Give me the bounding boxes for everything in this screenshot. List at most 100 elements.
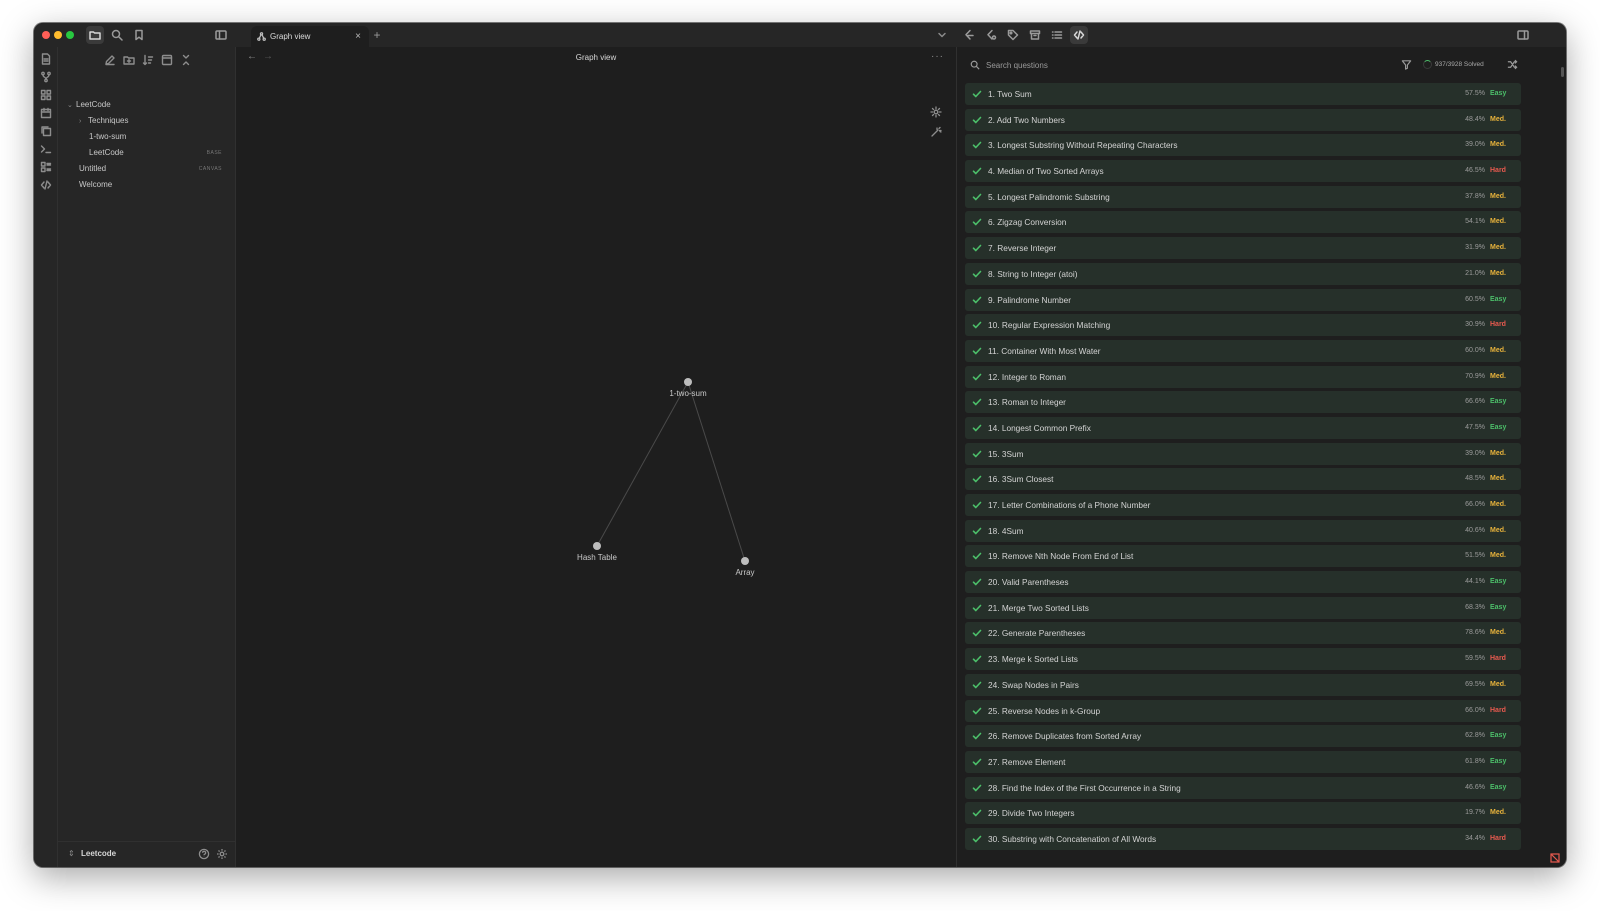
question-row[interactable]: 11. Container With Most Water 60.0% Med. bbox=[965, 339, 1521, 362]
calendar-icon[interactable] bbox=[40, 107, 52, 119]
settings-gear-icon[interactable] bbox=[216, 848, 228, 860]
window-minimize-button[interactable] bbox=[54, 31, 62, 39]
sort-icon[interactable] bbox=[142, 54, 154, 66]
question-row[interactable]: 2. Add Two Numbers 48.4% Med. bbox=[965, 108, 1521, 131]
check-icon bbox=[972, 449, 982, 459]
question-row[interactable]: 1. Two Sum 57.5% Easy bbox=[965, 83, 1521, 105]
question-title: 22. Generate Parentheses bbox=[988, 628, 1086, 639]
kanban-icon[interactable] bbox=[40, 161, 52, 173]
question-row[interactable]: 29. Divide Two Integers 19.7% Med. bbox=[965, 802, 1521, 825]
check-icon bbox=[972, 320, 982, 330]
search-input[interactable] bbox=[986, 60, 1346, 70]
bookmark-icon[interactable] bbox=[130, 26, 148, 44]
tree-file-untitled[interactable]: Untitled CANVAS bbox=[79, 162, 222, 176]
tree-folder-techniques[interactable]: › Techniques bbox=[79, 114, 128, 128]
question-row[interactable]: 13. Roman to Integer 66.6% Easy bbox=[965, 391, 1521, 414]
tag-icon[interactable] bbox=[1004, 26, 1022, 44]
question-row[interactable]: 28. Find the Index of the First Occurren… bbox=[965, 776, 1521, 799]
question-row[interactable]: 4. Median of Two Sorted Arrays 46.5% Hard bbox=[965, 160, 1521, 183]
question-row[interactable]: 17. Letter Combinations of a Phone Numbe… bbox=[965, 494, 1521, 516]
close-icon[interactable]: × bbox=[353, 31, 363, 42]
sync-error-icon[interactable] bbox=[1550, 853, 1560, 863]
question-search[interactable] bbox=[970, 57, 1370, 73]
question-row[interactable]: 21. Merge Two Sorted Lists 68.3% Easy bbox=[965, 596, 1521, 619]
sidebar-toggle-icon[interactable] bbox=[212, 26, 230, 44]
leetcode-sync-icon[interactable] bbox=[982, 26, 1000, 44]
new-note-icon[interactable] bbox=[40, 53, 52, 65]
question-row[interactable]: 20. Valid Parentheses 44.1% Easy bbox=[965, 571, 1521, 594]
question-row[interactable]: 8. String to Integer (atoi) 21.0% Med. bbox=[965, 262, 1521, 285]
question-row[interactable]: 10. Regular Expression Matching 30.9% Hard bbox=[965, 314, 1521, 337]
question-row[interactable]: 15. 3Sum 39.0% Med. bbox=[965, 442, 1521, 465]
dashboard-icon[interactable] bbox=[40, 89, 52, 101]
question-row[interactable]: 5. Longest Palindromic Substring 37.8% Med… bbox=[965, 185, 1521, 208]
tree-folder-leetcode[interactable]: ⌄ LeetCode bbox=[67, 98, 111, 112]
question-row[interactable]: 7. Reverse Integer 31.9% Med. bbox=[965, 237, 1521, 260]
tab-list-chevron-down-icon[interactable] bbox=[933, 26, 951, 44]
tab-graph-view[interactable]: Graph view × bbox=[251, 26, 369, 47]
question-row[interactable]: 24. Swap Nodes in Pairs 69.5% Med. bbox=[965, 673, 1521, 696]
question-row[interactable]: 12. Integer to Roman 70.9% Med. bbox=[965, 365, 1521, 388]
window-close-button[interactable] bbox=[42, 31, 50, 39]
difficulty-badge: Med. bbox=[1490, 269, 1506, 277]
filter-icon[interactable] bbox=[1401, 59, 1412, 70]
files-icon[interactable] bbox=[86, 26, 104, 44]
check-icon bbox=[972, 89, 982, 99]
tree-item-label: Welcome bbox=[79, 180, 113, 189]
vault-name[interactable]: Leetcode bbox=[81, 849, 116, 858]
question-row[interactable]: 22. Generate Parentheses 78.6% Med. bbox=[965, 622, 1521, 645]
question-row[interactable]: 18. 4Sum 40.6% Med. bbox=[965, 519, 1521, 542]
graph-edge bbox=[687, 381, 746, 562]
question-row[interactable]: 3. Longest Substring Without Repeating C… bbox=[965, 134, 1521, 157]
new-note-icon[interactable] bbox=[104, 54, 116, 66]
question-row[interactable]: 16. 3Sum Closest 48.5% Med. bbox=[965, 468, 1521, 491]
tree-file-leetcode-base[interactable]: LeetCode BASE bbox=[89, 146, 222, 160]
check-icon bbox=[972, 628, 982, 638]
window-maximize-button[interactable] bbox=[66, 31, 74, 39]
code-icon[interactable] bbox=[1070, 26, 1088, 44]
question-row[interactable]: 14. Longest Common Prefix 47.5% Easy bbox=[965, 416, 1521, 439]
question-row[interactable]: 6. Zigzag Conversion 54.1% Med. bbox=[965, 211, 1521, 234]
copy-icon[interactable] bbox=[40, 125, 52, 137]
question-row[interactable]: 19. Remove Nth Node From End of List 51.5… bbox=[965, 545, 1521, 568]
scrollbar[interactable] bbox=[1561, 67, 1564, 77]
tree-file-1-two-sum[interactable]: 1-two-sum bbox=[89, 130, 126, 144]
vault-switcher: ⇕ Leetcode bbox=[58, 841, 235, 867]
auto-reveal-icon[interactable] bbox=[161, 54, 173, 66]
new-tab-button[interactable]: + bbox=[371, 29, 383, 41]
question-row[interactable]: 9. Palindrome Number 60.5% Easy bbox=[965, 288, 1521, 311]
git-branch-icon[interactable] bbox=[40, 71, 52, 83]
list-icon[interactable] bbox=[1048, 26, 1066, 44]
acceptance-rate: 60.0% bbox=[1465, 346, 1485, 354]
code-icon[interactable] bbox=[40, 179, 52, 191]
question-row[interactable]: 26. Remove Duplicates from Sorted Array 6… bbox=[965, 725, 1521, 748]
check-icon bbox=[972, 346, 982, 356]
archive-icon[interactable] bbox=[1026, 26, 1044, 44]
chevron-updown-icon[interactable]: ⇕ bbox=[68, 849, 75, 858]
graph-node-hash-table[interactable] bbox=[593, 542, 601, 550]
help-icon[interactable] bbox=[198, 848, 210, 860]
terminal-icon[interactable] bbox=[40, 143, 52, 155]
difficulty-badge: Med. bbox=[1490, 372, 1506, 380]
solved-count: 937/3928 Solved bbox=[1435, 60, 1484, 68]
tree-file-welcome[interactable]: Welcome bbox=[79, 178, 112, 192]
file-type-badge: BASE bbox=[206, 150, 222, 156]
question-row[interactable]: 23. Merge k Sorted Lists 59.5% Hard bbox=[965, 648, 1521, 671]
graph-node-1-two-sum[interactable] bbox=[684, 378, 692, 386]
leetcode-icon[interactable] bbox=[960, 26, 978, 44]
search-icon[interactable] bbox=[108, 26, 126, 44]
question-row[interactable]: 27. Remove Element 61.8% Easy bbox=[965, 750, 1521, 773]
check-icon bbox=[972, 783, 982, 793]
check-icon bbox=[972, 372, 982, 382]
question-title: 9. Palindrome Number bbox=[988, 294, 1072, 305]
right-sidebar-toggle-icon[interactable] bbox=[1514, 26, 1532, 44]
graph-canvas bbox=[593, 378, 749, 565]
shuffle-icon[interactable] bbox=[1507, 59, 1518, 70]
question-row[interactable]: 30. Substring with Concatenation of All … bbox=[965, 827, 1521, 850]
graph-node-array[interactable] bbox=[741, 557, 749, 565]
graph-view-pane[interactable]: ← → Graph view ··· 1-two-sum Hash Table Ar… bbox=[236, 47, 956, 867]
collapse-all-icon[interactable] bbox=[180, 54, 192, 66]
question-title: 27. Remove Element bbox=[988, 756, 1066, 767]
question-row[interactable]: 25. Reverse Nodes in k-Group 66.0% Hard bbox=[965, 699, 1521, 722]
new-folder-icon[interactable] bbox=[123, 54, 135, 66]
